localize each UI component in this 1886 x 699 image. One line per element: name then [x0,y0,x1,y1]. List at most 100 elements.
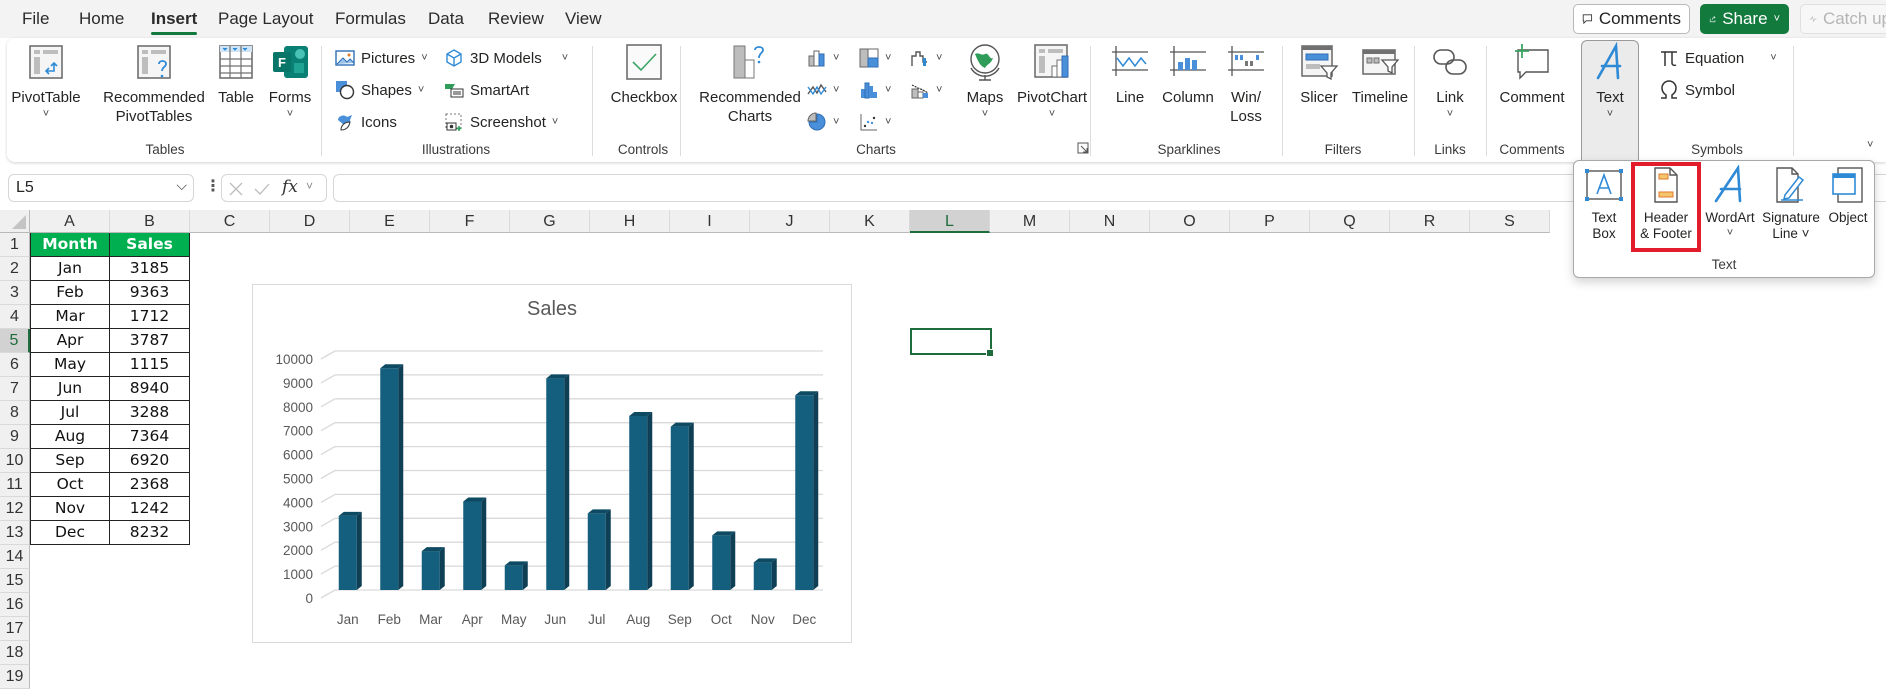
row-header-5[interactable]: 5 [0,329,30,353]
table-cell[interactable]: Jun [30,377,110,401]
more-options-icon[interactable]: ⋮ [205,176,221,196]
statistic-chart-button[interactable]: ˅ [859,78,891,102]
column-header-d[interactable]: D [270,210,350,233]
sales-chart[interactable]: Sales 0 1000 2000 3000 4000 5000 6000 7000 8000 9… [252,284,852,643]
row-header-3[interactable]: 3 [0,281,30,305]
symbol-button[interactable]: Symbol [1659,78,1735,102]
tab-data[interactable]: Data [428,9,464,29]
name-box[interactable]: L5 ⌵ [8,174,194,202]
recommended-charts-button[interactable]: Recommended Charts [692,42,808,126]
sparkline-winloss-button[interactable]: Win/ Loss [1221,42,1271,126]
column-header-l[interactable]: L [910,210,990,233]
table-cell[interactable]: 2368 [110,473,190,497]
table-cell[interactable]: 3185 [110,257,190,281]
row-header-9[interactable]: 9 [0,425,30,449]
table-cell[interactable]: May [30,353,110,377]
table-cell[interactable]: Jul [30,401,110,425]
table-cell[interactable]: 7364 [110,425,190,449]
smartart-button[interactable]: SmartArt [444,78,529,102]
pivotchart-button[interactable]: PivotChart ˅ [1012,42,1092,121]
shapes-button[interactable]: Shapes ˅ [335,78,424,102]
table-cell[interactable]: 8940 [110,377,190,401]
scatter-chart-button[interactable]: ˅ [859,110,891,134]
table-cell[interactable]: 1242 [110,497,190,521]
object-button[interactable]: Object [1824,165,1872,226]
row-header-15[interactable]: 15 [0,569,30,593]
link-button[interactable]: Link ˅ [1425,42,1475,121]
catch-up-button[interactable]: Catch up [1800,4,1886,34]
sparkline-line-button[interactable]: Line [1105,42,1155,107]
row-header-13[interactable]: 13 [0,521,30,545]
column-header-j[interactable]: J [750,210,830,233]
select-all-button[interactable] [0,210,30,233]
table-cell[interactable]: Jan [30,257,110,281]
timeline-button[interactable]: Timeline [1349,42,1411,107]
table-header-cell[interactable]: Sales [110,233,190,257]
row-header-14[interactable]: 14 [0,545,30,569]
combo-chart-button[interactable]: ˅ [910,78,942,102]
column-header-g[interactable]: G [510,210,590,233]
hierarchy-chart-button[interactable]: ˅ [859,46,891,70]
table-cell[interactable]: Aug [30,425,110,449]
pie-chart-button[interactable]: ˅ [807,110,839,134]
chevron-down-icon[interactable]: ⌵ [176,177,187,194]
table-cell[interactable]: Nov [30,497,110,521]
text-button[interactable]: Text ˅ [1585,42,1635,121]
column-header-f[interactable]: F [430,210,510,233]
sparkline-column-button[interactable]: Column [1157,42,1219,107]
table-cell[interactable]: 1712 [110,305,190,329]
tab-view[interactable]: View [565,9,602,29]
forms-button[interactable]: F Forms ˅ [265,42,315,121]
recommended-pivottables-button[interactable]: Recommended PivotTables [99,42,209,126]
table-cell[interactable]: Sep [30,449,110,473]
row-header-1[interactable]: 1 [0,233,30,257]
3d-models-button[interactable]: 3D Models ˅ [444,46,568,70]
column-header-o[interactable]: O [1150,210,1230,233]
table-cell[interactable]: Oct [30,473,110,497]
active-cell-selection[interactable] [910,328,994,357]
row-header-8[interactable]: 8 [0,401,30,425]
table-button[interactable]: Table [211,42,261,107]
slicer-button[interactable]: Slicer [1291,42,1347,107]
row-header-18[interactable]: 18 [0,641,30,665]
signature-line-button[interactable]: Signature Line ˅ [1758,165,1824,242]
new-comment-button[interactable]: Comment [1493,42,1571,107]
table-cell[interactable]: Apr [30,329,110,353]
column-chart-button[interactable]: ˅ [807,46,839,70]
row-header-6[interactable]: 6 [0,353,30,377]
share-button[interactable]: Share ˅ [1700,4,1789,34]
column-header-a[interactable]: A [30,210,110,233]
row-header-10[interactable]: 10 [0,449,30,473]
row-header-7[interactable]: 7 [0,377,30,401]
column-header-q[interactable]: Q [1310,210,1390,233]
row-header-19[interactable]: 19 [0,665,30,689]
column-header-p[interactable]: P [1230,210,1310,233]
table-cell[interactable]: 1115 [110,353,190,377]
table-cell[interactable]: 8232 [110,521,190,545]
icons-button[interactable]: Icons [335,110,397,134]
table-cell[interactable]: Dec [30,521,110,545]
checkbox-button[interactable]: Checkbox [604,42,684,107]
enter-check-icon[interactable] [254,181,270,197]
table-cell[interactable]: 3787 [110,329,190,353]
column-header-h[interactable]: H [590,210,670,233]
table-cell[interactable]: 3288 [110,401,190,425]
row-header-4[interactable]: 4 [0,305,30,329]
cancel-icon[interactable] [228,181,244,197]
insert-function-icon[interactable]: fx [282,177,298,197]
column-header-b[interactable]: B [110,210,190,233]
table-cell[interactable]: 9363 [110,281,190,305]
collapse-ribbon-icon[interactable]: ˅ [1867,138,1873,152]
row-header-12[interactable]: 12 [0,497,30,521]
column-header-e[interactable]: E [350,210,430,233]
comments-button[interactable]: Comments [1573,4,1690,34]
row-header-16[interactable]: 16 [0,593,30,617]
column-header-r[interactable]: R [1390,210,1470,233]
table-cell[interactable]: Mar [30,305,110,329]
dialog-launcher-icon[interactable] [1077,142,1089,154]
pivottable-button[interactable]: PivotTable ˅ [11,42,81,121]
tab-formulas[interactable]: Formulas [335,9,406,29]
column-header-m[interactable]: M [990,210,1070,233]
column-header-s[interactable]: S [1470,210,1550,233]
table-cell[interactable]: 6920 [110,449,190,473]
